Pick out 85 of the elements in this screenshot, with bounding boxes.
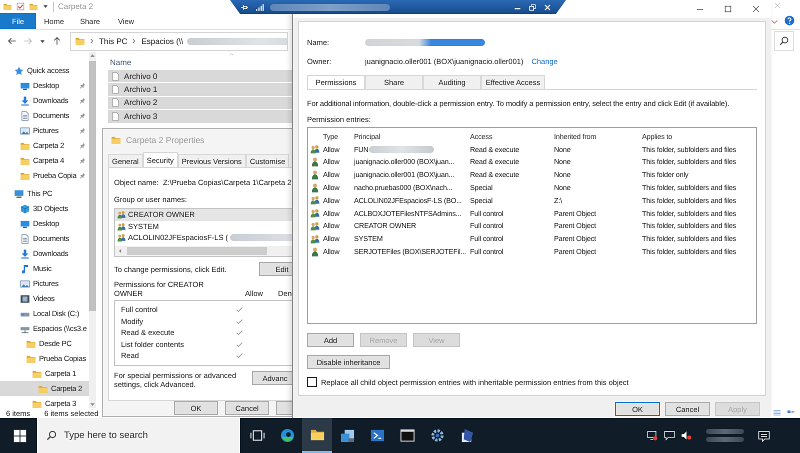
search-field[interactable]: Type here to search bbox=[37, 418, 240, 453]
installer-icon bbox=[460, 428, 474, 443]
speaker-muted-icon[interactable] bbox=[681, 430, 692, 441]
gear-icon bbox=[430, 428, 444, 443]
search-icon bbox=[46, 430, 57, 441]
folder-icon bbox=[20, 156, 30, 166]
scroll-up-icon[interactable] bbox=[89, 52, 96, 59]
file-row[interactable]: Archivo 1 bbox=[108, 83, 292, 97]
scroll-down-icon[interactable] bbox=[89, 401, 96, 408]
caret-icon[interactable] bbox=[39, 38, 46, 44]
close-icon[interactable] bbox=[751, 4, 761, 14]
user-icon bbox=[310, 170, 320, 180]
folder-icon bbox=[32, 398, 42, 408]
scroll-left-icon[interactable] bbox=[117, 248, 123, 254]
terminal-icon bbox=[400, 428, 414, 443]
download-icon bbox=[20, 248, 30, 258]
scroll-thumb[interactable] bbox=[127, 247, 267, 255]
document-icon bbox=[20, 110, 30, 120]
notification-icon[interactable] bbox=[758, 430, 770, 442]
powershell-icon bbox=[370, 428, 384, 443]
signal-icon bbox=[255, 2, 264, 12]
chevron-icon bbox=[131, 37, 138, 45]
cube-icon bbox=[20, 204, 30, 214]
file-row[interactable]: Archivo 0 bbox=[108, 70, 292, 84]
folder-icon bbox=[20, 140, 30, 150]
breadcrumb-item[interactable]: Espacios (\\ bbox=[141, 36, 184, 46]
user-icon bbox=[310, 182, 320, 193]
sort-caret-icon bbox=[228, 52, 235, 57]
task-view-icon bbox=[250, 428, 264, 443]
address-bar[interactable]: This PC Espacios (\\ bbox=[70, 32, 288, 50]
chevron-icon bbox=[89, 37, 95, 45]
up-arrow-icon[interactable] bbox=[52, 36, 62, 46]
chat-icon[interactable] bbox=[664, 430, 675, 441]
folder-icon bbox=[310, 427, 324, 442]
checkbox[interactable] bbox=[307, 377, 317, 387]
folder-icon bbox=[20, 170, 30, 180]
music-note-icon bbox=[20, 264, 30, 274]
users-icon bbox=[310, 144, 320, 154]
windows-logo-icon[interactable] bbox=[13, 428, 27, 442]
redacted-text bbox=[706, 437, 744, 442]
users-icon bbox=[310, 220, 320, 231]
server-icon bbox=[340, 428, 354, 443]
folder-icon bbox=[38, 384, 48, 394]
users-icon bbox=[310, 195, 320, 206]
network-alert-icon[interactable] bbox=[647, 430, 658, 441]
user-icon bbox=[310, 156, 320, 167]
star-icon bbox=[14, 66, 24, 76]
breadcrumb-item[interactable]: This PC bbox=[99, 36, 128, 46]
folder-icon bbox=[26, 354, 36, 364]
pictures-icon bbox=[20, 126, 30, 136]
checkbox-icon[interactable] bbox=[16, 2, 25, 11]
users-icon bbox=[310, 208, 320, 218]
taskbar-button[interactable] bbox=[302, 418, 332, 453]
folder-icon bbox=[111, 134, 121, 144]
back-arrow-icon[interactable] bbox=[7, 36, 17, 46]
file-row[interactable]: Archivo 3 bbox=[108, 110, 292, 124]
users-icon bbox=[117, 233, 126, 242]
pin-icon[interactable] bbox=[240, 2, 249, 12]
folder-icon bbox=[3, 2, 12, 11]
desktop-icon bbox=[20, 80, 30, 90]
file-row[interactable]: Archivo 2 bbox=[108, 96, 292, 110]
window-title: Carpeta 2 bbox=[58, 2, 94, 11]
folder-icon bbox=[26, 338, 36, 348]
caret-icon[interactable] bbox=[42, 3, 49, 10]
film-icon bbox=[20, 294, 30, 304]
browser-icon bbox=[280, 428, 294, 443]
users-icon bbox=[117, 210, 126, 220]
dialog-title: Carpeta 2 Properties bbox=[126, 134, 204, 144]
users-icon bbox=[117, 222, 126, 231]
maximize-icon[interactable] bbox=[723, 4, 733, 14]
document-icon bbox=[20, 234, 30, 244]
user-icon bbox=[310, 246, 320, 257]
folder-icon bbox=[75, 36, 85, 46]
column-header[interactable]: Name bbox=[108, 55, 170, 70]
desktop-icon bbox=[20, 218, 30, 228]
search-icon[interactable] bbox=[774, 31, 794, 51]
download-icon bbox=[20, 96, 30, 106]
help-icon[interactable] bbox=[784, 15, 795, 26]
restore-icon[interactable] bbox=[528, 2, 537, 12]
redacted-text bbox=[706, 429, 744, 434]
users-icon bbox=[310, 234, 320, 244]
folder-icon bbox=[32, 368, 42, 378]
pictures-icon bbox=[20, 278, 30, 288]
scroll-thumb[interactable] bbox=[89, 61, 96, 311]
computer-icon bbox=[14, 188, 24, 198]
